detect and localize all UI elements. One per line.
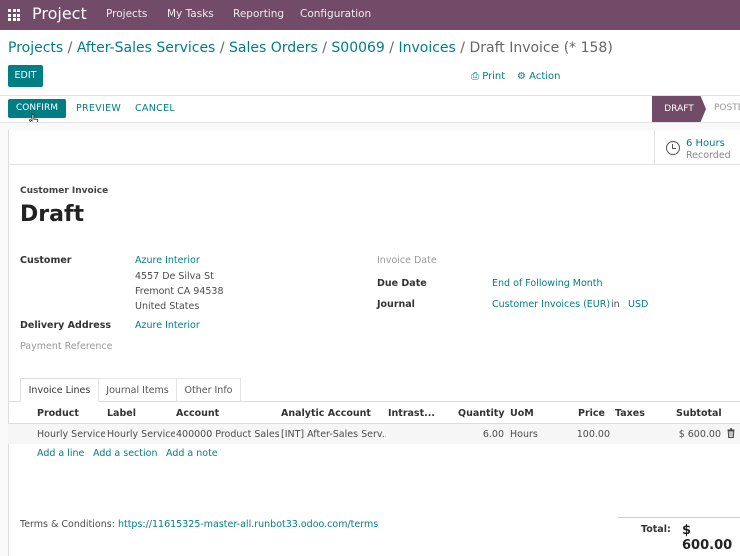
column-header-product[interactable]: Product — [37, 408, 79, 419]
total-divider — [618, 517, 740, 518]
button-box-divider — [8, 164, 740, 165]
breadcrumb-invoices[interactable]: Invoices — [398, 40, 455, 56]
cancel-button[interactable]: CANCEL — [135, 103, 175, 114]
delivery-address-label: Delivery Address — [20, 320, 112, 331]
print-icon: ⎙ — [471, 71, 479, 82]
due-date-label: Due Date — [377, 278, 427, 289]
print-label: Print — [482, 71, 506, 82]
menu-projects[interactable]: Projects — [106, 8, 147, 20]
breadcrumb-sales-orders[interactable]: Sales Orders — [229, 40, 318, 56]
address-line: Fremont CA 94538 — [135, 286, 224, 297]
tab-other-info[interactable]: Other Info — [176, 378, 241, 402]
currency-field[interactable]: USD — [628, 299, 648, 310]
add-note-link[interactable]: Add a note — [166, 448, 218, 459]
address-line: 4557 De Silva St — [135, 271, 214, 282]
terms-and-conditions: Terms & Conditions: https://11615325-mas… — [20, 519, 378, 530]
tab-journal-items[interactable]: Journal Items — [98, 378, 177, 402]
add-line-link[interactable]: Add a line — [37, 448, 84, 459]
action-label: Action — [529, 71, 561, 82]
column-header-label[interactable]: Label — [107, 408, 136, 419]
stat-hours-label[interactable]: Recorded — [686, 150, 731, 161]
apps-menu-icon[interactable] — [8, 9, 20, 21]
journal-label: Journal — [377, 299, 415, 310]
column-header-price[interactable]: Price — [578, 408, 605, 419]
customer-field[interactable]: Azure Interior — [135, 255, 200, 266]
due-date-field[interactable]: End of Following Month — [492, 278, 603, 289]
journal-field[interactable]: Customer Invoices (EUR) — [492, 299, 610, 310]
trash-icon[interactable] — [727, 428, 735, 438]
stat-hours-value[interactable]: 6 Hours — [686, 138, 725, 149]
column-header-intrastat[interactable]: Intrast... — [388, 408, 435, 419]
column-header-taxes[interactable]: Taxes — [615, 408, 645, 419]
column-header-subtotal[interactable]: Subtotal — [676, 408, 722, 419]
total-value: $ 600.00 — [682, 523, 733, 553]
column-header-analytic-account[interactable]: Analytic Account — [281, 408, 371, 419]
cell-label[interactable]: Hourly Service — [107, 429, 175, 440]
column-header-uom[interactable]: UoM — [510, 408, 534, 419]
breadcrumb-after-sales-services[interactable]: After-Sales Services — [77, 40, 216, 56]
breadcrumb-projects[interactable]: Projects — [8, 40, 63, 56]
edit-button[interactable]: EDIT — [8, 65, 43, 87]
form-sheet — [8, 130, 740, 556]
total-label: Total: — [641, 524, 671, 535]
invoice-name: Draft — [20, 202, 85, 227]
print-button[interactable]: ⎙ Print — [471, 71, 505, 82]
tab-invoice-lines[interactable]: Invoice Lines — [20, 378, 99, 402]
cell-analytic-account[interactable]: [INT] After-Sales Serv... — [281, 429, 386, 440]
cell-product[interactable]: Hourly Service — [37, 429, 105, 440]
menu-configuration[interactable]: Configuration — [300, 8, 371, 20]
action-button[interactable]: ⚙ Action — [517, 71, 560, 82]
delivery-address-field[interactable]: Azure Interior — [135, 320, 200, 331]
payment-reference-label: Payment Reference — [20, 341, 113, 352]
cell-price[interactable]: 100.00 — [560, 429, 610, 440]
invoice-date-label: Invoice Date — [377, 255, 437, 266]
invoice-type: Customer Invoice — [20, 186, 109, 196]
stage-draft[interactable]: DRAFT — [652, 96, 706, 122]
journal-in-label: in — [611, 299, 620, 310]
add-section-link[interactable]: Add a section — [93, 448, 157, 459]
gear-icon: ⚙ — [517, 71, 526, 82]
cell-subtotal[interactable]: $ 600.00 — [668, 429, 721, 440]
customer-label: Customer — [20, 255, 72, 266]
breadcrumb: Projects / After-Sales Services / Sales … — [8, 40, 613, 56]
menu-reporting[interactable]: Reporting — [233, 8, 284, 20]
breadcrumb-order[interactable]: S00069 — [331, 40, 384, 56]
terms-link[interactable]: https://11615325-master-all.runbot33.odo… — [118, 519, 378, 530]
column-header-account[interactable]: Account — [176, 408, 219, 419]
preview-button[interactable]: PREVIEW — [76, 103, 121, 114]
stage-posted[interactable]: POSTE — [714, 103, 740, 113]
menu-my-tasks[interactable]: My Tasks — [167, 8, 214, 20]
breadcrumb-current: Draft Invoice (* 158) — [469, 40, 613, 56]
cell-uom[interactable]: Hours — [510, 429, 560, 440]
terms-label: Terms & Conditions: — [20, 519, 115, 530]
clock-icon[interactable] — [666, 141, 680, 155]
address-line: United States — [135, 301, 200, 312]
cell-account[interactable]: 400000 Product Sales — [176, 429, 279, 440]
stat-button-border — [654, 130, 655, 164]
column-header-quantity[interactable]: Quantity — [458, 408, 505, 419]
app-name[interactable]: Project — [32, 4, 87, 23]
cell-quantity[interactable]: 6.00 — [450, 429, 504, 440]
